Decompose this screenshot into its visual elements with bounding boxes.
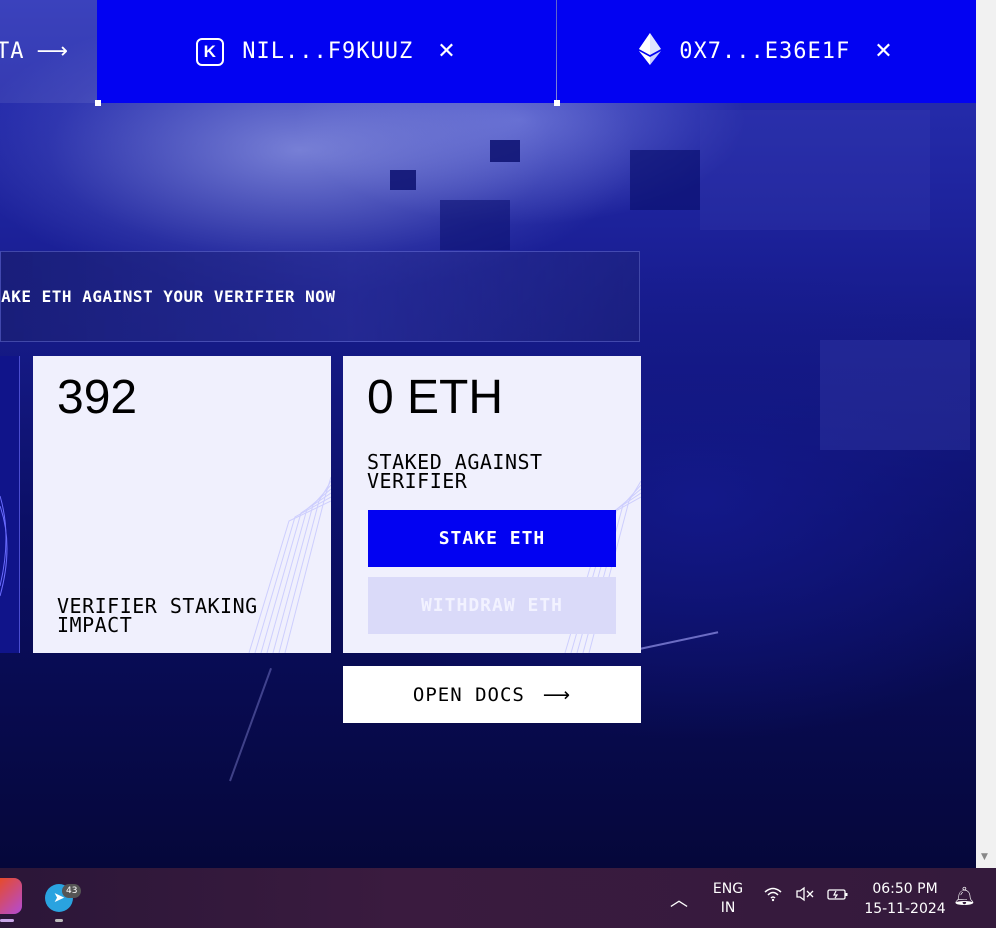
wallet-tab-nil[interactable]: K NIL...F9KUUZ ✕ — [97, 0, 556, 103]
banner-text: TAKE ETH AGAINST YOUR VERIFIER NOW — [0, 287, 336, 306]
chevron-up-icon[interactable]: ︿ — [670, 886, 688, 912]
open-docs-button[interactable]: OPEN DOCS ⟶ — [343, 666, 641, 723]
partial-card — [0, 356, 20, 653]
active-app-indicator — [0, 919, 14, 922]
decorative-cube — [820, 340, 970, 450]
light-streak — [629, 631, 719, 652]
system-tray[interactable] — [763, 886, 849, 907]
clock-date: 15-11-2024 — [864, 901, 946, 917]
language-indicator[interactable]: ENG IN — [708, 880, 748, 918]
brave-browser-icon[interactable] — [0, 878, 22, 914]
ethereum-icon — [639, 32, 662, 71]
clock-time: 06:50 PM — [872, 881, 938, 897]
wallet-address-eth: 0X7...E36E1F — [679, 39, 851, 64]
stake-eth-button[interactable]: STAKE ETH — [368, 510, 616, 567]
stake-banner: TAKE ETH AGAINST YOUR VERIFIER NOW — [0, 251, 640, 342]
fan-graphic — [0, 495, 8, 597]
withdraw-eth-button[interactable]: WITHDRAW ETH — [368, 577, 616, 634]
decorative-cube — [490, 140, 520, 162]
resize-handle — [95, 100, 101, 106]
resize-handle — [554, 100, 560, 106]
close-icon[interactable]: ✕ — [874, 39, 893, 64]
staked-value: 0 ETH — [367, 371, 504, 424]
light-streak — [229, 667, 272, 782]
clock[interactable]: 06:50 PM 15-11-2024 — [860, 879, 950, 919]
fan-graphic — [248, 476, 331, 653]
decorative-cube — [390, 170, 416, 190]
wallet-tab-eth[interactable]: 0X7...E36E1F ✕ — [557, 0, 976, 103]
arrow-right-icon: ⟶ — [542, 683, 572, 706]
decorative-cube — [630, 150, 700, 210]
windows-taskbar: ➤ 43 ︿ ENG IN 06:50 PM 15-11-2024 🔔︎ — [0, 868, 996, 928]
vertical-scrollbar[interactable] — [976, 0, 996, 868]
wallet-address-nil: NIL...F9KUUZ — [242, 39, 414, 64]
close-icon[interactable]: ✕ — [437, 39, 456, 64]
decorative-cube — [440, 200, 510, 250]
app-indicator — [55, 919, 63, 922]
impact-value: 392 — [57, 371, 138, 424]
wifi-icon[interactable] — [763, 886, 783, 907]
notification-bell-icon[interactable]: 🔔︎ — [953, 886, 976, 907]
telegram-badge: 43 — [62, 884, 82, 898]
decorative-cube — [700, 110, 930, 230]
left-nav-tab[interactable]: TA ⟶ — [0, 0, 97, 103]
language-region: IN — [720, 900, 736, 916]
impact-card: 392 VERIFIER STAKING IMPACT — [33, 356, 331, 653]
left-tab-label: TA — [0, 39, 25, 64]
arrow-right-icon: ⟶ — [36, 39, 70, 64]
staked-card: 0 ETH STAKED AGAINST VERIFIER STAKE ETH … — [343, 356, 641, 653]
scroll-down-arrow-icon[interactable]: ▼ — [981, 852, 988, 862]
language-code: ENG — [712, 881, 744, 897]
battery-icon[interactable] — [827, 886, 849, 907]
k-wallet-icon: K — [196, 37, 225, 66]
open-docs-label: OPEN DOCS — [412, 683, 525, 706]
speaker-muted-icon[interactable] — [795, 886, 815, 907]
wallet-header: TA ⟶ K NIL...F9KUUZ ✕ 0X7...E36E1F ✕ — [0, 0, 976, 106]
